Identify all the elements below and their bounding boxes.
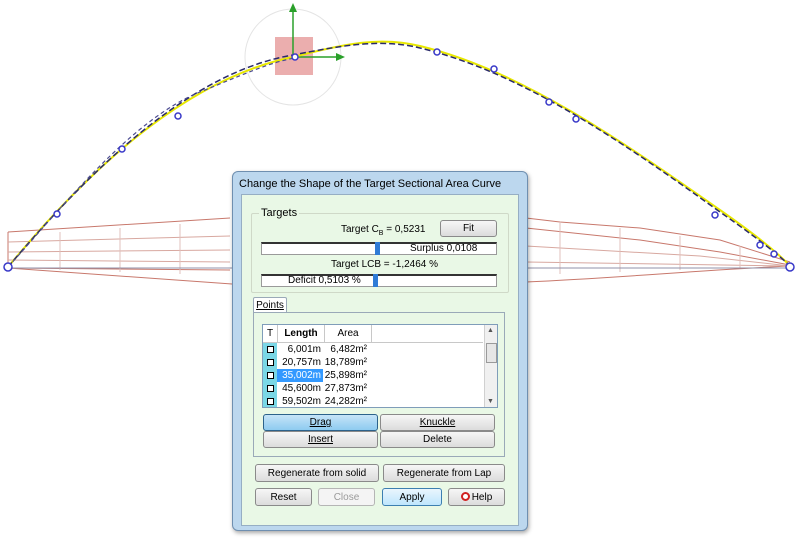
table-row[interactable]: 59,502m 24,282m² xyxy=(263,395,483,407)
reset-button[interactable]: Reset xyxy=(255,488,312,506)
control-point xyxy=(490,65,498,73)
control-point xyxy=(572,115,580,123)
length-cell[interactable]: 45,600m xyxy=(277,382,323,395)
targets-group-label: Targets xyxy=(259,207,300,219)
column-header-area[interactable]: Area xyxy=(325,325,372,342)
area-cell[interactable]: 25,898m² xyxy=(323,369,369,382)
knuckle-button[interactable]: Knuckle xyxy=(380,414,495,431)
control-point xyxy=(291,53,299,61)
scroll-thumb[interactable] xyxy=(486,343,497,363)
target-cb-label: Target CB = 0,5231 xyxy=(341,224,426,237)
surplus-bar: Surplus 0,0108 xyxy=(261,242,497,255)
deficit-thumb[interactable] xyxy=(373,274,378,287)
length-cell[interactable]: 59,502m xyxy=(277,395,323,407)
points-scrollbar[interactable]: ▲ ▼ xyxy=(484,325,497,407)
area-cell[interactable]: 18,789m² xyxy=(323,356,369,369)
table-row[interactable]: 6,001m 6,482m² xyxy=(263,343,483,356)
gizmo-y-arrow-icon[interactable] xyxy=(289,3,297,12)
surplus-thumb[interactable] xyxy=(375,242,380,255)
column-header-length[interactable]: Length xyxy=(278,325,325,342)
lifebuoy-icon xyxy=(460,491,470,501)
control-point xyxy=(433,48,441,56)
point-type-icon[interactable] xyxy=(263,395,277,407)
point-type-icon[interactable] xyxy=(263,369,277,382)
deficit-label: Deficit 0,5103 % xyxy=(288,275,361,286)
apply-button[interactable]: Apply xyxy=(382,488,442,506)
area-cell[interactable]: 27,873m² xyxy=(323,382,369,395)
control-point xyxy=(118,145,126,153)
length-cell[interactable]: 6,001m xyxy=(277,343,323,356)
point-type-icon[interactable] xyxy=(263,382,277,395)
delete-button[interactable]: Delete xyxy=(380,431,495,448)
area-cell[interactable]: 24,282m² xyxy=(323,395,369,407)
insert-button[interactable]: Insert xyxy=(263,431,378,448)
control-point xyxy=(174,112,182,120)
control-point xyxy=(545,98,553,106)
close-button[interactable]: Close xyxy=(318,488,375,506)
fit-button[interactable]: Fit xyxy=(440,220,497,237)
control-point xyxy=(785,262,795,272)
help-button[interactable]: Help xyxy=(448,488,505,506)
length-cell[interactable]: 20,757m xyxy=(277,356,323,369)
table-row[interactable]: 35,002m 25,898m² xyxy=(263,369,483,382)
surplus-label: Surplus 0,0108 xyxy=(410,243,478,254)
control-point xyxy=(770,250,778,258)
column-header-t[interactable]: T xyxy=(263,325,278,342)
point-type-icon[interactable] xyxy=(263,356,277,369)
table-row[interactable]: 20,757m 18,789m² xyxy=(263,356,483,369)
tab-points[interactable]: Points xyxy=(253,297,287,313)
scroll-up-icon[interactable]: ▲ xyxy=(487,327,494,334)
control-point xyxy=(756,241,764,249)
points-table-header: T Length Area xyxy=(263,325,483,343)
area-cell[interactable]: 6,482m² xyxy=(323,343,369,356)
point-type-icon[interactable] xyxy=(263,343,277,356)
control-point xyxy=(711,211,719,219)
table-row[interactable]: 45,600m 27,873m² xyxy=(263,382,483,395)
points-table[interactable]: T Length Area 6,001m 6,482m² 20,757m 18,789… xyxy=(262,324,498,408)
deficit-bar: Deficit 0,5103 % xyxy=(261,274,497,287)
regenerate-from-solid-button[interactable]: Regenerate from solid xyxy=(255,464,379,482)
drag-button[interactable]: Drag xyxy=(263,414,378,431)
target-lcb-label: Target LCB = -1,2464 % xyxy=(331,259,439,270)
control-point xyxy=(3,262,13,272)
dialog-title: Change the Shape of the Target Sectional… xyxy=(239,178,502,190)
scroll-down-icon[interactable]: ▼ xyxy=(487,398,494,405)
regenerate-from-lap-button[interactable]: Regenerate from Lap xyxy=(383,464,505,482)
length-cell[interactable]: 35,002m xyxy=(277,369,323,382)
control-point xyxy=(53,210,61,218)
